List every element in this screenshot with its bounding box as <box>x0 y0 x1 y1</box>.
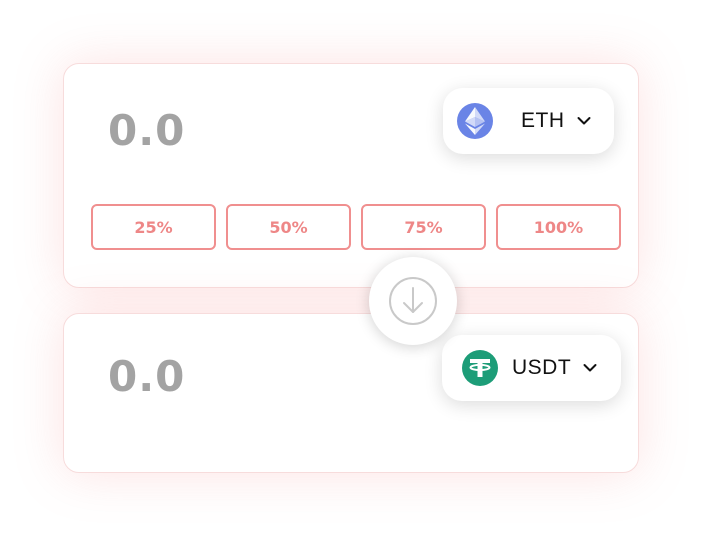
percent-50-button[interactable]: 50% <box>226 204 351 250</box>
arrow-down-icon <box>389 277 437 325</box>
tether-icon <box>462 350 498 386</box>
percent-25-button[interactable]: 25% <box>91 204 216 250</box>
chevron-down-icon <box>583 363 597 373</box>
ethereum-icon <box>457 103 493 139</box>
to-amount-input[interactable]: 0.0 <box>108 356 185 398</box>
from-token-selector[interactable]: ETH <box>443 88 614 154</box>
to-token-selector[interactable]: USDT <box>442 335 621 401</box>
to-token-symbol: USDT <box>512 356 572 379</box>
percent-button-group: 25% 50% 75% 100% <box>91 204 621 250</box>
chevron-down-icon <box>577 116 591 126</box>
percent-100-button[interactable]: 100% <box>496 204 621 250</box>
from-amount-input[interactable]: 0.0 <box>108 110 185 152</box>
percent-75-button[interactable]: 75% <box>361 204 486 250</box>
swap-direction-button[interactable] <box>369 257 457 345</box>
from-token-symbol: ETH <box>521 109 565 132</box>
